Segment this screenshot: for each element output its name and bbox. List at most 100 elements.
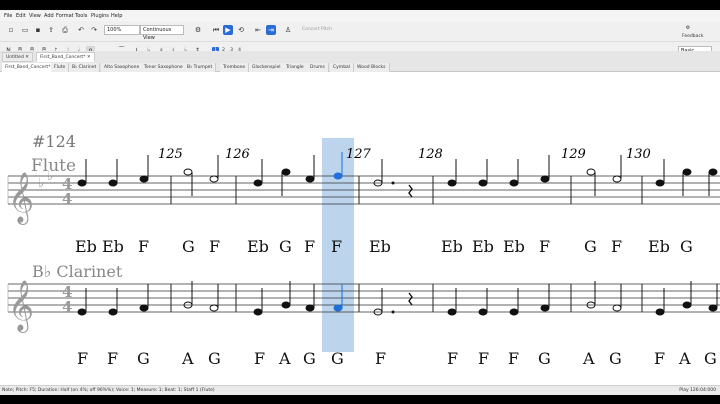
menu-view[interactable]: View xyxy=(29,13,41,19)
measure-number: 127 xyxy=(346,147,372,162)
lyric: G xyxy=(609,349,622,368)
note xyxy=(183,168,193,176)
lyric: G xyxy=(182,237,195,256)
menu-plugins[interactable]: Plugins xyxy=(91,13,109,19)
loop-in-icon[interactable]: ⇤ xyxy=(253,25,263,35)
lyric: G xyxy=(704,349,717,368)
note xyxy=(447,179,457,187)
score-tab-bar: Untitled ✕ First_Band_Concert* ✕ xyxy=(0,51,720,62)
part-tab[interactable]: Drums xyxy=(307,63,329,72)
zoom-select[interactable]: 100% xyxy=(104,25,140,35)
play-icon[interactable]: ▶ xyxy=(223,25,233,35)
loop-out-icon[interactable]: ⇥ xyxy=(266,25,276,35)
feedback-button[interactable]: Feedback xyxy=(682,34,703,39)
menu-file[interactable]: File xyxy=(4,13,12,19)
status-bar: Note; Pitch: F5; Duration: Half (on 4%; … xyxy=(0,385,720,395)
lyric: F xyxy=(539,237,550,256)
lyric: G xyxy=(208,349,221,368)
treble-clef-icon: 𝄞 xyxy=(8,172,34,225)
note xyxy=(305,304,315,312)
lyric: F xyxy=(304,237,315,256)
menu-add[interactable]: Add xyxy=(44,13,54,19)
tab-label: First_Band_Concert* xyxy=(40,55,86,60)
close-icon[interactable]: ✕ xyxy=(25,55,29,60)
measure-number: 125 xyxy=(158,147,183,162)
part-tab[interactable]: Flute xyxy=(51,63,70,72)
note xyxy=(281,168,291,176)
dot xyxy=(391,181,395,185)
status-text: Note; Pitch: F5; Duration: Half (on 4%; … xyxy=(2,388,215,393)
note xyxy=(612,304,622,312)
part-tab[interactable]: B♭ Trumpet xyxy=(184,63,217,72)
part-tab[interactable]: Triangle xyxy=(283,63,308,72)
note xyxy=(209,304,219,312)
save-icon[interactable]: ▪ xyxy=(33,25,43,35)
note xyxy=(139,175,149,183)
part-tab[interactable]: First_Band_Concert* xyxy=(2,63,55,72)
undo-icon[interactable]: ↶ xyxy=(76,25,86,35)
lyric: Eb xyxy=(102,237,124,256)
lyric: F xyxy=(209,237,220,256)
print-icon[interactable]: ⎙ xyxy=(60,25,70,35)
tab-first-band-concert[interactable]: First_Band_Concert* ✕ xyxy=(36,52,95,62)
treble-clef-icon: 𝄞 xyxy=(8,280,34,333)
metronome-icon[interactable]: ♙ xyxy=(283,25,293,35)
lyric: G xyxy=(584,237,597,256)
lyric: A xyxy=(582,349,595,368)
part-tab[interactable]: Alto Saxophone xyxy=(101,63,144,72)
redo-icon[interactable]: ↷ xyxy=(89,25,99,35)
time-signature-bottom: 4 xyxy=(62,298,72,316)
part-tab[interactable]: Tenor Saxophone xyxy=(141,63,187,72)
part-tab[interactable]: Trombone xyxy=(220,63,250,72)
part-tab[interactable]: Wood Blocks xyxy=(354,63,390,72)
lyric: Eb xyxy=(503,237,525,256)
selected-note xyxy=(333,304,343,312)
save-online-icon[interactable]: ⇪ xyxy=(46,25,56,35)
score-canvas[interactable]: #124 Flute B♭ Clarinet 125 126 127 128 1… xyxy=(0,72,720,385)
part-tab[interactable]: Glockenspiel xyxy=(249,63,285,72)
lyric: G xyxy=(331,349,344,368)
flat-key-icon: ♭ xyxy=(47,169,53,184)
flute-lyrics: Eb Eb F G F Eb G F F Eb Eb Eb Eb F G F E… xyxy=(75,237,693,256)
lyric: Eb xyxy=(441,237,463,256)
note xyxy=(509,179,519,187)
part-tab[interactable]: Cymbal xyxy=(330,63,355,72)
score-svg[interactable]: #124 Flute B♭ Clarinet 125 126 127 128 1… xyxy=(0,72,720,385)
rehearsal-number: #124 xyxy=(32,132,76,151)
loop-icon[interactable]: ⟲ xyxy=(236,25,246,35)
note xyxy=(253,179,263,187)
playback-settings-icon[interactable]: ⚙ xyxy=(193,25,203,35)
concert-pitch-toggle[interactable]: Concert Pitch xyxy=(302,27,332,32)
lyric: Eb xyxy=(247,237,269,256)
feedback-icon[interactable]: ⚙ xyxy=(683,23,693,33)
note xyxy=(708,168,718,176)
menu-tools[interactable]: Tools xyxy=(75,13,87,19)
view-mode-select[interactable]: Continuous View xyxy=(140,25,184,41)
open-icon[interactable]: ▭ xyxy=(20,25,30,35)
note xyxy=(209,175,219,183)
dot xyxy=(391,310,395,314)
menu-format[interactable]: Format xyxy=(56,13,74,19)
note xyxy=(540,175,550,183)
close-icon[interactable]: ✕ xyxy=(87,55,91,60)
rewind-icon[interactable]: ⏮ xyxy=(211,25,221,35)
lyric: F xyxy=(478,349,489,368)
lyric: G xyxy=(303,349,316,368)
menu-edit[interactable]: Edit xyxy=(16,13,26,19)
lyric: F xyxy=(508,349,519,368)
lyric: F xyxy=(331,237,342,256)
playback-position: Play 126:04:000 xyxy=(679,388,716,393)
note xyxy=(682,168,692,176)
lyric: A xyxy=(278,349,291,368)
measure-number: 128 xyxy=(418,147,443,162)
new-score-icon[interactable]: ▫ xyxy=(6,25,16,35)
musescore-window: File Edit View Add Format Tools Plugins … xyxy=(0,10,720,395)
tab-untitled[interactable]: Untitled ✕ xyxy=(2,52,34,62)
lyric: Eb xyxy=(472,237,494,256)
menu-help[interactable]: Help xyxy=(111,13,122,19)
lyric: A xyxy=(678,349,691,368)
note xyxy=(253,308,263,316)
note xyxy=(612,175,622,183)
part-tab[interactable]: B♭ Clarinet xyxy=(69,63,101,72)
note xyxy=(478,308,488,316)
